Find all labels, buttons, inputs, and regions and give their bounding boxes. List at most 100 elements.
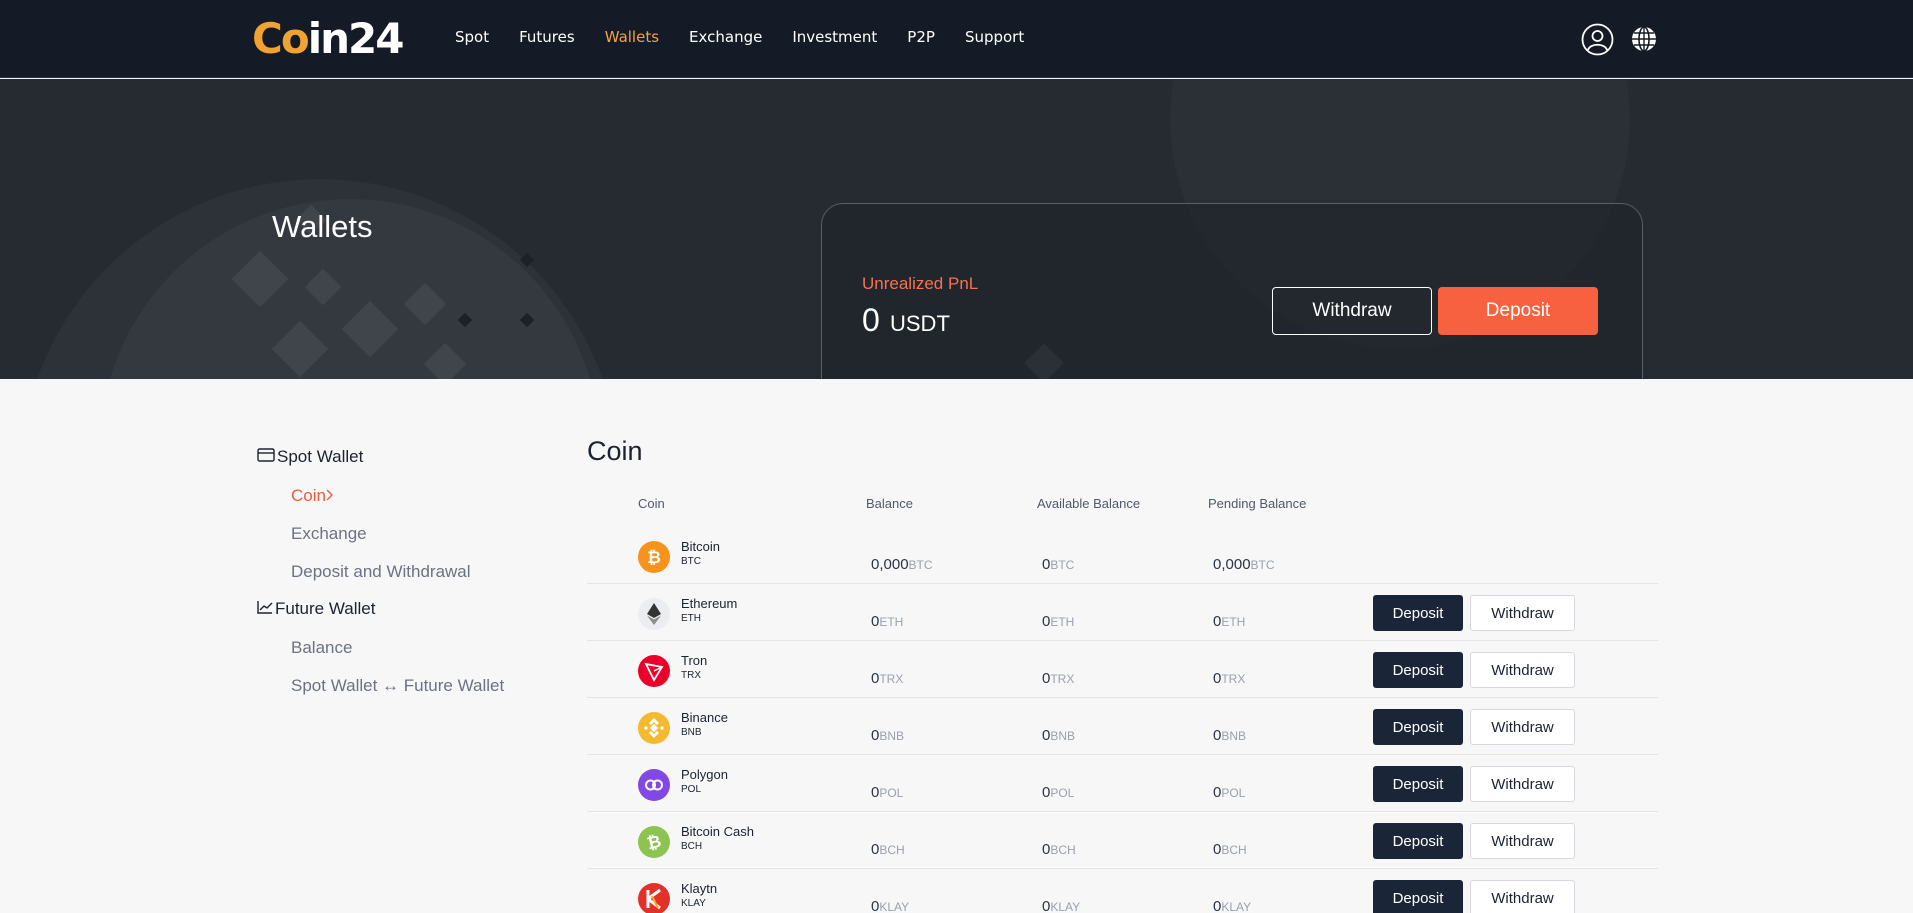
balance-value: 0POL [871,784,904,801]
pending-balance-value: 0ETH [1213,613,1246,630]
nav-investment[interactable]: Investment [792,28,877,46]
svg-text:₿: ₿ [647,548,661,568]
column-header-pending: Pending Balance [1208,496,1307,511]
row-deposit-button[interactable]: Deposit [1373,766,1463,802]
row-withdraw-button[interactable]: Withdraw [1470,595,1575,631]
row-deposit-button[interactable]: Deposit [1373,595,1463,631]
coin-symbol: BNB [681,727,702,738]
sidebar-spot-wallet[interactable]: Spot Wallet [257,447,363,467]
coin-symbol: ETH [681,613,701,624]
nav-wallets[interactable]: Wallets [605,28,659,46]
pnl-label: Unrealized PnL [862,274,979,293]
balance-value: 0KLAY [871,898,910,913]
coin-name: Polygon [681,767,728,782]
table-row: Tron TRX 0TRX 0TRX 0TRX Deposit Withdraw [587,641,1658,698]
column-header-available: Available Balance [1037,496,1141,511]
balance-value: 0ETH [871,613,904,630]
column-header-balance: Balance [866,496,913,511]
pending-balance-value: 0,000BTC [1213,556,1275,573]
sidebar-future-wallet[interactable]: Future Wallet [257,599,375,619]
coin-symbol: KLAY [681,898,706,909]
nav-p2p[interactable]: P2P [907,28,935,46]
balance-value: 0BNB [871,727,905,744]
tron-icon [638,655,670,687]
coin24-logo[interactable]: Co in24 [252,13,405,63]
pnl-card: Unrealized PnL 0 USDT Withdraw Deposit [821,203,1643,379]
row-deposit-button[interactable]: Deposit [1373,823,1463,859]
logo-letter-o: o [280,13,310,63]
row-deposit-button[interactable]: Deposit [1373,880,1463,913]
coin-name: Ethereum [681,596,738,611]
user-icon[interactable] [1580,22,1614,56]
sidebar-spot-wallet-label: Spot Wallet [277,447,364,466]
nav-spot[interactable]: Spot [455,28,489,46]
row-withdraw-button[interactable]: Withdraw [1470,709,1575,745]
table-row: ₿ Bitcoin BTC 0,000BTC 0BTC 0,000BTC [587,527,1658,584]
pending-balance-value: 0POL [1213,784,1246,801]
table-row: Ethereum ETH 0ETH 0ETH 0ETH Deposit Withdraw [587,584,1658,641]
balance-value: 0BCH [871,841,905,858]
row-withdraw-button[interactable]: Withdraw [1470,823,1575,859]
chart-line-icon [257,599,275,619]
balance-value: 0,000BTC [871,556,933,573]
table-row: ₿ Bitcoin Cash BCH 0BCH 0BCH 0BCH Deposit Withd… [587,812,1658,869]
available-balance-value: 0POL [1042,784,1075,801]
klaytn-icon [638,883,670,913]
available-balance-value: 0TRX [1042,670,1075,687]
sidebar-future-wallet-label: Future Wallet [275,599,376,618]
coin-name: Tron [681,653,708,668]
coin-symbol: BTC [681,556,701,567]
row-withdraw-button[interactable]: Withdraw [1470,880,1575,913]
logo-letter-c: C [252,13,283,63]
polygon-icon [638,769,670,801]
pending-balance-value: 0TRX [1213,670,1246,687]
bitcoin-cash-icon: ₿ [638,826,670,858]
hero-deposit-button[interactable]: Deposit [1438,287,1598,335]
nav-exchange[interactable]: Exchange [689,28,762,46]
sidebar-item-exchange[interactable]: Exchange [291,524,367,544]
sidebar-item-transfer[interactable]: Spot Wallet ↔ Future Wallet [291,676,504,696]
sidebar-item-coin[interactable]: Coin [291,486,334,506]
coin-name: Bitcoin Cash [681,824,754,839]
pending-balance-value: 0BNB [1213,727,1247,744]
row-withdraw-button[interactable]: Withdraw [1470,652,1575,688]
column-header-coin: Coin [638,496,665,511]
nav-futures[interactable]: Futures [519,28,575,46]
pending-balance-value: 0KLAY [1213,898,1252,913]
nav-support[interactable]: Support [965,28,1024,46]
available-balance-value: 0KLAY [1042,898,1081,913]
table-row: Binance BNB 0BNB 0BNB 0BNB Deposit Withdraw [587,698,1658,755]
globe-icon[interactable] [1627,22,1661,56]
top-navbar: Co in24 Spot Futures Wallets Exchange Inv… [0,0,1913,78]
logo-text: in24 [307,13,405,63]
row-deposit-button[interactable]: Deposit [1373,709,1463,745]
row-deposit-button[interactable]: Deposit [1373,652,1463,688]
available-balance-value: 0BCH [1042,841,1076,858]
pending-balance-value: 0BCH [1213,841,1247,858]
sidebar-item-deposit-withdrawal[interactable]: Deposit and Withdrawal [291,562,471,582]
chevron-right-icon [326,486,334,505]
table-row: Klaytn KLAY 0KLAY 0KLAY 0KLAY Deposit Withdraw [587,869,1658,913]
available-balance-value: 0ETH [1042,613,1075,630]
bitcoin-icon: ₿ [638,541,670,573]
coin-name: Binance [681,710,728,725]
coin-name: Klaytn [681,881,718,896]
ethereum-icon [638,598,670,630]
coin-symbol: TRX [681,670,701,681]
hero-banner: Wallets Unrealized PnL 0 USDT Withdraw D… [0,79,1913,379]
section-title: Coin [587,436,643,466]
coin-symbol: BCH [681,841,703,852]
balance-value: 0TRX [871,670,904,687]
sidebar-item-coin-label: Coin [291,486,326,505]
pnl-unit: USDT [890,311,950,336]
binance-icon [638,712,670,744]
pnl-value: 0 [862,302,880,338]
available-balance-value: 0BNB [1042,727,1076,744]
sidebar-item-balance[interactable]: Balance [291,638,352,658]
page-title: Wallets [272,209,373,244]
coin-name: Bitcoin [681,539,721,554]
available-balance-value: 0BTC [1042,556,1075,573]
row-withdraw-button[interactable]: Withdraw [1470,766,1575,802]
coin-symbol: POL [681,784,702,795]
hero-withdraw-button[interactable]: Withdraw [1272,287,1432,335]
